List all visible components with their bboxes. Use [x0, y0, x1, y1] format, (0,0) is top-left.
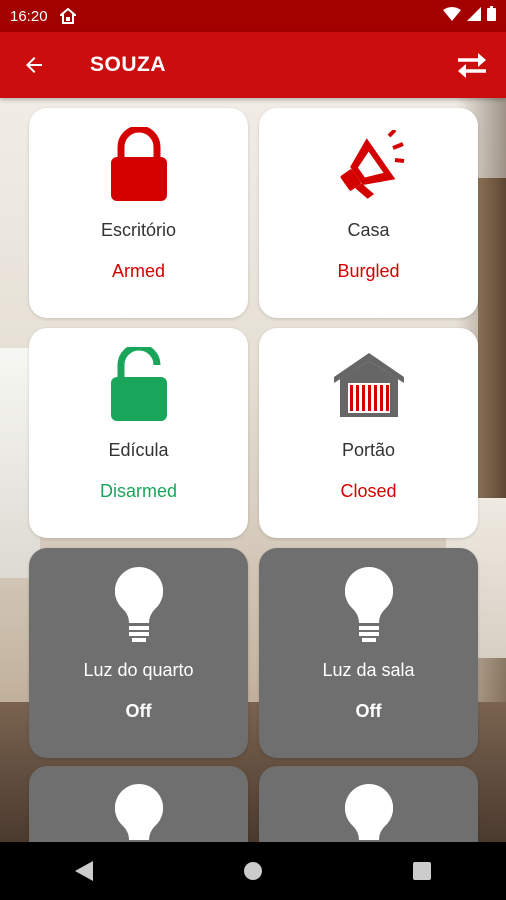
page-title: SOUZA — [90, 53, 166, 76]
home-app-icon — [57, 7, 78, 24]
battery-icon — [487, 6, 496, 26]
device-state: Armed — [111, 261, 165, 281]
lightbulb-icon — [344, 566, 393, 644]
megaphone-icon — [333, 126, 405, 204]
status-bar: 16:20 — [0, 0, 506, 32]
garage-icon — [333, 346, 404, 424]
nav-home-button[interactable] — [223, 842, 283, 900]
system-nav-bar — [0, 842, 506, 900]
signal-icon — [467, 6, 481, 26]
device-card-luz-do-quarto[interactable]: Luz do quarto Off — [29, 548, 248, 758]
lock-open-icon — [109, 346, 169, 424]
device-state: Burgled — [337, 261, 400, 281]
device-name: Escritório — [100, 220, 176, 240]
status-time: 16:20 — [10, 7, 48, 25]
wifi-icon — [443, 6, 461, 26]
lightbulb-icon — [114, 566, 163, 644]
device-card-edicula[interactable]: Edícula Disarmed — [29, 328, 248, 538]
device-state: Off — [355, 701, 382, 721]
device-state: Closed — [340, 481, 397, 501]
device-card-escritorio[interactable]: Escritório Armed — [29, 108, 248, 318]
device-name: Luz da sala — [322, 660, 415, 680]
nav-back-button[interactable] — [54, 842, 114, 900]
lock-closed-icon — [109, 126, 169, 204]
triangle-back-icon — [75, 861, 94, 881]
device-state: Off — [125, 701, 152, 721]
app-bar: SOUZA — [0, 32, 506, 98]
nav-recents-button[interactable] — [392, 842, 452, 900]
device-card-portao[interactable]: Portão Closed — [259, 328, 478, 538]
device-name: Luz do quarto — [83, 660, 194, 680]
device-name: Edícula — [108, 440, 169, 460]
device-card-light-partial[interactable] — [29, 766, 248, 846]
device-card-luz-da-sala[interactable]: Luz da sala Off — [259, 548, 478, 758]
back-button[interactable] — [6, 32, 62, 98]
device-card-light-partial[interactable] — [259, 766, 478, 846]
device-name: Casa — [347, 220, 390, 240]
swap-button[interactable] — [448, 41, 496, 89]
device-name: Portão — [341, 440, 396, 460]
arrow-left-icon — [26, 57, 42, 73]
swap-arrows-icon — [458, 53, 486, 78]
square-recents-icon — [412, 862, 431, 880]
circle-home-icon — [243, 862, 262, 880]
device-state: Disarmed — [99, 481, 178, 501]
device-card-casa[interactable]: Casa Burgled — [259, 108, 478, 318]
